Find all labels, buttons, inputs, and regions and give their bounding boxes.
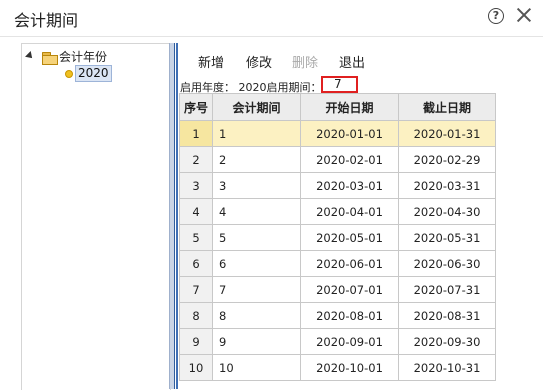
period-cell[interactable]: 2 bbox=[212, 146, 301, 173]
period-cell[interactable]: 10 bbox=[212, 354, 301, 381]
table-row[interactable]: 9 9 2020-09-01 2020-09-30 bbox=[179, 328, 496, 355]
row-number[interactable]: 4 bbox=[179, 198, 213, 225]
pane-splitter[interactable] bbox=[169, 43, 175, 389]
start-date-cell[interactable]: 2020-02-01 bbox=[300, 146, 399, 173]
year-tree-panel: 会计年份 2020 bbox=[21, 43, 171, 390]
help-icon[interactable]: ? bbox=[488, 8, 504, 24]
period-cell[interactable]: 6 bbox=[212, 250, 301, 277]
period-cell[interactable]: 5 bbox=[212, 224, 301, 251]
table-row[interactable]: 10 10 2020-10-01 2020-10-31 bbox=[179, 354, 496, 381]
header-end-date[interactable]: 截止日期 bbox=[398, 93, 496, 121]
start-date-cell[interactable]: 2020-01-01 bbox=[300, 120, 399, 147]
collapse-triangle-icon[interactable] bbox=[25, 51, 35, 61]
start-period-value: 7 bbox=[321, 76, 358, 93]
row-number[interactable]: 9 bbox=[179, 328, 213, 355]
end-date-cell[interactable]: 2020-02-29 bbox=[398, 146, 496, 173]
table-row[interactable]: 8 8 2020-08-01 2020-08-31 bbox=[179, 302, 496, 329]
start-date-cell[interactable]: 2020-08-01 bbox=[300, 302, 399, 329]
start-date-cell[interactable]: 2020-04-01 bbox=[300, 198, 399, 225]
start-date-cell[interactable]: 2020-06-01 bbox=[300, 250, 399, 277]
start-date-cell[interactable]: 2020-03-01 bbox=[300, 172, 399, 199]
row-number[interactable]: 3 bbox=[179, 172, 213, 199]
exit-button[interactable]: 退出 bbox=[339, 52, 365, 71]
table-row[interactable]: 4 4 2020-04-01 2020-04-30 bbox=[179, 198, 496, 225]
period-cell[interactable]: 8 bbox=[212, 302, 301, 329]
end-date-cell[interactable]: 2020-09-30 bbox=[398, 328, 496, 355]
row-number[interactable]: 2 bbox=[179, 146, 213, 173]
period-cell[interactable]: 9 bbox=[212, 328, 301, 355]
tree-item-2020[interactable]: 2020 bbox=[75, 65, 112, 82]
splitter-edge bbox=[176, 43, 178, 389]
close-icon[interactable] bbox=[514, 5, 534, 25]
table-header-row: 序号 会计期间 开始日期 截止日期 bbox=[179, 93, 496, 121]
row-number[interactable]: 8 bbox=[179, 302, 213, 329]
table-row[interactable]: 1 1 2020-01-01 2020-01-31 bbox=[179, 120, 496, 147]
period-cell[interactable]: 7 bbox=[212, 276, 301, 303]
start-date-cell[interactable]: 2020-07-01 bbox=[300, 276, 399, 303]
table-row[interactable]: 2 2 2020-02-01 2020-02-29 bbox=[179, 146, 496, 173]
period-table: 序号 会计期间 开始日期 截止日期 1 1 2020-01-01 2020-01-31… bbox=[179, 93, 496, 381]
window-title: 会计期间 bbox=[14, 11, 79, 30]
header-no[interactable]: 序号 bbox=[179, 93, 213, 121]
row-number[interactable]: 7 bbox=[179, 276, 213, 303]
edit-button[interactable]: 修改 bbox=[246, 52, 272, 71]
end-date-cell[interactable]: 2020-08-31 bbox=[398, 302, 496, 329]
row-number[interactable]: 6 bbox=[179, 250, 213, 277]
period-cell[interactable]: 3 bbox=[212, 172, 301, 199]
row-number[interactable]: 10 bbox=[179, 354, 213, 381]
table-row[interactable]: 3 3 2020-03-01 2020-03-31 bbox=[179, 172, 496, 199]
year-node-icon bbox=[65, 70, 73, 78]
end-date-cell[interactable]: 2020-04-30 bbox=[398, 198, 496, 225]
end-date-cell[interactable]: 2020-05-31 bbox=[398, 224, 496, 251]
start-date-cell[interactable]: 2020-09-01 bbox=[300, 328, 399, 355]
start-date-cell[interactable]: 2020-10-01 bbox=[300, 354, 399, 381]
add-button[interactable]: 新增 bbox=[198, 52, 224, 71]
end-date-cell[interactable]: 2020-10-31 bbox=[398, 354, 496, 381]
title-bar: 会计期间 ? bbox=[0, 0, 543, 37]
table-row[interactable]: 5 5 2020-05-01 2020-05-31 bbox=[179, 224, 496, 251]
table-row[interactable]: 6 6 2020-06-01 2020-06-30 bbox=[179, 250, 496, 277]
table-row[interactable]: 7 7 2020-07-01 2020-07-31 bbox=[179, 276, 496, 303]
end-date-cell[interactable]: 2020-07-31 bbox=[398, 276, 496, 303]
header-period[interactable]: 会计期间 bbox=[212, 93, 301, 121]
end-date-cell[interactable]: 2020-03-31 bbox=[398, 172, 496, 199]
period-cell[interactable]: 4 bbox=[212, 198, 301, 225]
row-number[interactable]: 5 bbox=[179, 224, 213, 251]
header-start-date[interactable]: 开始日期 bbox=[300, 93, 399, 121]
end-date-cell[interactable]: 2020-01-31 bbox=[398, 120, 496, 147]
start-date-cell[interactable]: 2020-05-01 bbox=[300, 224, 399, 251]
end-date-cell[interactable]: 2020-06-30 bbox=[398, 250, 496, 277]
row-number[interactable]: 1 bbox=[179, 120, 213, 147]
delete-button: 删除 bbox=[292, 56, 319, 71]
period-cell[interactable]: 1 bbox=[212, 120, 301, 147]
folder-icon bbox=[42, 52, 58, 65]
tree-root-label[interactable]: 会计年份 bbox=[59, 48, 107, 65]
